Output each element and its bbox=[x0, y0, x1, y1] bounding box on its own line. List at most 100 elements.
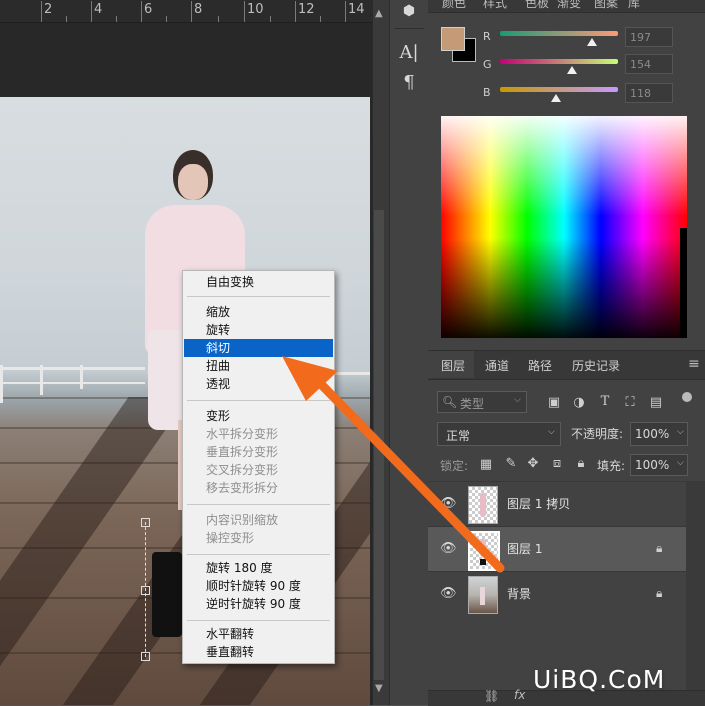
color-panel-tabs: 颜色 样式 色板 渐变 图案 库 bbox=[428, 0, 705, 13]
tab-history[interactable]: 历史记录 bbox=[572, 357, 620, 374]
menu-item-rotate[interactable]: 旋转 bbox=[184, 321, 333, 339]
layer-name[interactable]: 图层 1 拷贝 bbox=[507, 495, 570, 512]
red-value-input[interactable]: 197 bbox=[625, 27, 673, 47]
shape-filter-icon[interactable]: ⛶ bbox=[622, 395, 638, 410]
menu-item-puppet-warp: 操控变形 bbox=[206, 531, 255, 545]
menu-item-rotate-90-cw[interactable]: 顺时针旋转 90 度 bbox=[184, 577, 333, 595]
menu-item-rotate-180[interactable]: 旋转 180 度 bbox=[184, 559, 333, 577]
lock-icon: 🔒︎ bbox=[656, 586, 663, 600]
menu-item-flip-vertical[interactable]: 垂直翻转 bbox=[184, 643, 333, 661]
chevron-down-icon: ⌵ bbox=[514, 395, 521, 405]
lock-all-icon[interactable]: 🔒︎ bbox=[573, 456, 589, 471]
foreground-color-swatch[interactable] bbox=[441, 27, 465, 51]
layer-name[interactable]: 图层 1 bbox=[507, 540, 542, 557]
blue-slider-knob[interactable] bbox=[551, 94, 561, 102]
search-icon: 🔍︎ bbox=[442, 395, 458, 409]
layers-scrollbar[interactable] bbox=[686, 481, 705, 690]
menu-item-warp[interactable]: 变形 bbox=[184, 407, 333, 425]
character-text-icon[interactable]: A| bbox=[398, 42, 420, 64]
menu-item-split-warp-horizontal: 水平拆分变形 bbox=[206, 427, 279, 441]
scroll-down-icon[interactable]: ▼ bbox=[375, 683, 383, 694]
kind-filter-label: 类型 bbox=[460, 397, 485, 411]
ruler-label: 10 bbox=[247, 2, 264, 17]
tab-swatches[interactable]: 色板 bbox=[525, 0, 549, 11]
fill-value: 100% bbox=[635, 458, 670, 472]
adjustment-filter-icon[interactable]: ◑ bbox=[571, 395, 587, 410]
transform-context-menu: 自由变换 缩放 旋转 斜切 扭曲 透视 变形 水平拆分变形 垂直拆分变形 交叉拆… bbox=[182, 270, 335, 664]
menu-item-scale[interactable]: 缩放 bbox=[184, 303, 333, 321]
fx-icon[interactable]: fx bbox=[514, 688, 525, 702]
spectrum-black-strip[interactable] bbox=[680, 228, 687, 338]
tab-paths[interactable]: 路径 bbox=[528, 357, 552, 374]
layer-thumbnail bbox=[468, 486, 498, 524]
paragraph-icon[interactable]: ¶ bbox=[398, 72, 420, 94]
transform-handle[interactable] bbox=[141, 518, 150, 527]
lock-transparent-icon[interactable]: ▦ bbox=[478, 457, 494, 472]
color-spectrum-picker[interactable] bbox=[441, 116, 687, 338]
green-slider-knob[interactable] bbox=[567, 66, 577, 74]
ruler-label: 4 bbox=[94, 2, 103, 17]
tab-layers[interactable]: 图层 bbox=[441, 357, 465, 374]
lock-artboard-icon[interactable]: ⧈ bbox=[549, 456, 565, 471]
tab-gradients[interactable]: 渐变 bbox=[557, 0, 581, 11]
layer-thumbnail bbox=[468, 576, 498, 614]
lock-icon: 🔒︎ bbox=[656, 541, 663, 555]
blend-mode-select[interactable]: 正常 ⌵ bbox=[437, 422, 561, 446]
blue-slider[interactable] bbox=[500, 87, 618, 92]
lock-label: 锁定: bbox=[440, 459, 469, 473]
chevron-down-icon: ⌵ bbox=[548, 427, 555, 437]
tab-libraries[interactable]: 库 bbox=[628, 0, 640, 11]
smart-object-filter-icon[interactable]: ▤ bbox=[648, 395, 664, 410]
filter-toggle-icon[interactable] bbox=[682, 392, 692, 402]
menu-item-skew[interactable]: 斜切 bbox=[184, 339, 333, 357]
tab-patterns[interactable]: 图案 bbox=[594, 0, 618, 11]
blue-value-input[interactable]: 118 bbox=[625, 83, 673, 103]
panel-menu-icon[interactable]: ≡ bbox=[688, 356, 700, 372]
pixel-filter-icon[interactable]: ▣ bbox=[546, 395, 562, 410]
transform-handle[interactable] bbox=[141, 586, 150, 595]
green-slider[interactable] bbox=[500, 59, 618, 64]
menu-item-remove-warp-split: 移去变形拆分 bbox=[206, 481, 279, 495]
layer-row[interactable]: 👁︎ 图层 1 拷贝 bbox=[428, 481, 686, 526]
red-slider-knob[interactable] bbox=[587, 38, 597, 46]
menu-item-distort[interactable]: 扭曲 bbox=[184, 357, 333, 375]
fill-input[interactable]: 100% ⌵ bbox=[630, 454, 688, 476]
transform-handle[interactable] bbox=[141, 652, 150, 661]
ruler-label: 2 bbox=[44, 2, 53, 17]
opacity-label: 不透明度: bbox=[571, 427, 624, 441]
person-face bbox=[178, 164, 208, 200]
layer-row[interactable]: 👁︎ 背景 🔒︎ bbox=[428, 571, 686, 616]
green-value-input[interactable]: 154 bbox=[625, 54, 673, 74]
layer-thumbnail bbox=[468, 531, 500, 571]
opacity-input[interactable]: 100% ⌵ bbox=[630, 422, 688, 446]
slider-label-b: B bbox=[483, 86, 491, 99]
scrollbar-thumb[interactable] bbox=[374, 210, 384, 680]
eye-icon[interactable]: 👁︎ bbox=[440, 541, 457, 556]
layer-name[interactable]: 背景 bbox=[507, 585, 531, 602]
ruler-label: 14 bbox=[348, 2, 365, 17]
blend-mode-value: 正常 bbox=[446, 429, 471, 443]
chevron-down-icon: ⌵ bbox=[677, 458, 684, 468]
tab-styles[interactable]: 样式 bbox=[483, 0, 507, 11]
dark-object bbox=[152, 552, 182, 637]
red-slider[interactable] bbox=[500, 31, 618, 36]
type-filter-icon[interactable]: T bbox=[597, 394, 613, 409]
fill-label: 填充: bbox=[597, 459, 626, 473]
scroll-up-icon[interactable]: ▲ bbox=[375, 8, 383, 19]
tab-channels[interactable]: 通道 bbox=[485, 357, 509, 374]
3d-cube-icon[interactable]: ⬢ bbox=[398, 0, 420, 22]
menu-item-flip-horizontal[interactable]: 水平翻转 bbox=[184, 625, 333, 643]
layer-row-selected[interactable]: 👁︎ 图层 1 🔒︎ bbox=[428, 526, 686, 571]
horizontal-ruler[interactable]: 2 4 6 8 10 12 14 bbox=[0, 0, 372, 23]
link-icon[interactable]: ⛓ bbox=[484, 689, 499, 703]
layer-kind-filter[interactable]: 🔍︎ 类型 ⌵ bbox=[437, 391, 527, 413]
menu-item-perspective[interactable]: 透视 bbox=[184, 375, 333, 393]
lock-image-icon[interactable]: ✎ bbox=[503, 456, 519, 471]
menu-item-rotate-90-ccw[interactable]: 逆时针旋转 90 度 bbox=[184, 595, 333, 613]
eye-icon[interactable]: 👁︎ bbox=[440, 586, 457, 601]
menu-item-free-transform[interactable]: 自由变换 bbox=[184, 273, 333, 291]
lock-position-icon[interactable]: ✥ bbox=[525, 456, 541, 471]
eye-icon[interactable]: 👁︎ bbox=[440, 496, 457, 511]
tab-color[interactable]: 颜色 bbox=[442, 0, 466, 11]
menu-item-split-warp-crosswise: 交叉拆分变形 bbox=[206, 463, 279, 477]
